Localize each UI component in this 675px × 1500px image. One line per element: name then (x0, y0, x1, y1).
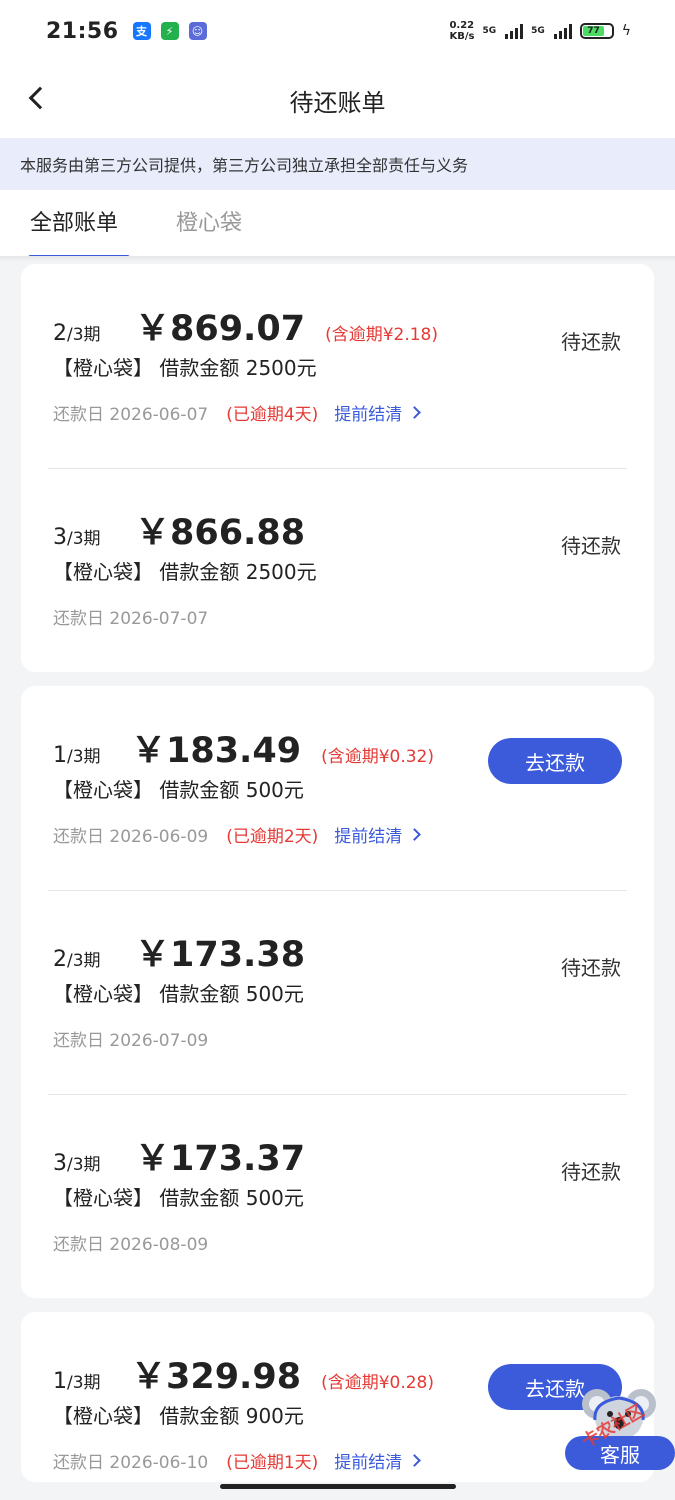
tab-all-bills[interactable]: 全部账单 (28, 190, 130, 260)
bill-item[interactable]: 2/3期 ￥173.38 【橙心袋】 借款金额 500元 还款日 2026-07… (21, 890, 654, 1094)
due-date: 还款日 2026-06-10 (53, 1453, 209, 1473)
bill-group-card: 1/3期 ￥329.98 (含逾期¥0.28) 【橙心袋】 借款金额 900元 … (21, 1312, 654, 1482)
bolt-app-icon: ⚡ (160, 22, 179, 40)
status-app-icons: 支 ⚡ ☺ (132, 22, 207, 40)
tab-label: 全部账单 (30, 211, 119, 236)
bill-period: 1/3期 (53, 743, 101, 768)
home-indicator[interactable] (220, 1484, 456, 1489)
due-date: 还款日 2026-08-09 (53, 1235, 209, 1255)
overdue-amount: (含逾期¥0.28) (321, 1373, 434, 1393)
tab-shadow (0, 256, 675, 262)
bill-period: 2/3期 (53, 947, 101, 972)
bill-product-line: 【橙心袋】 借款金额 500元 (53, 1186, 304, 1210)
page-header: 待还账单 (0, 62, 675, 138)
overdue-amount: (含逾期¥2.18) (325, 325, 438, 345)
bill-item[interactable]: 3/3期 ￥173.37 【橙心袋】 借款金额 500元 还款日 2026-08… (21, 1094, 654, 1298)
bill-amount: ￥173.37 (135, 1139, 306, 1179)
avatar-app-icon: ☺ (188, 22, 207, 40)
bill-due-row: 还款日 2026-07-09 (53, 1026, 208, 1051)
bill-due-row: 还款日 2026-07-07 (53, 604, 208, 629)
overdue-days: (已逾期2天) (226, 827, 319, 847)
bill-group-card: 1/3期 ￥183.49 (含逾期¥0.32) 【橙心袋】 借款金额 500元 … (21, 686, 654, 1298)
prepay-link[interactable]: 提前结清 (334, 1448, 422, 1473)
due-date: 还款日 2026-07-07 (53, 609, 209, 629)
status-badge: 待还款 (561, 534, 621, 558)
bill-item[interactable]: 1/3期 ￥183.49 (含逾期¥0.32) 【橙心袋】 借款金额 500元 … (21, 686, 654, 890)
status-time: 21:56 (46, 18, 119, 44)
battery-level: 77 (582, 26, 605, 36)
page-title: 待还账单 (289, 88, 386, 117)
bill-period: 3/3期 (53, 1151, 101, 1176)
bill-item[interactable]: 3/3期 ￥866.88 【橙心袋】 借款金额 2500元 还款日 2026-0… (21, 468, 654, 672)
bill-due-row: 还款日 2026-06-07 (已逾期4天) 提前结清 (53, 400, 422, 425)
chevron-right-icon (408, 406, 422, 419)
bill-product-line: 【橙心袋】 借款金额 500元 (53, 982, 304, 1006)
bill-product-line: 【橙心袋】 借款金额 2500元 (53, 560, 317, 584)
status-indicators: 0.22 KB/s 5G 5G 77 ϟ (449, 20, 631, 42)
bill-product-line: 【橙心袋】 借款金额 900元 (53, 1404, 304, 1428)
overdue-days: (已逾期4天) (226, 405, 319, 425)
bill-item[interactable]: 2/3期 ￥869.07 (含逾期¥2.18) 【橙心袋】 借款金额 2500元… (21, 264, 654, 468)
chevron-right-icon (408, 1454, 422, 1467)
repay-button[interactable]: 去还款 (488, 738, 622, 784)
bill-amount-row: 1/3期 ￥329.98 (含逾期¥0.28) (53, 1348, 434, 1399)
bill-amount: ￥173.38 (135, 935, 306, 975)
tab-chengxindai[interactable]: 橙心袋 (176, 190, 242, 260)
bill-amount-row: 2/3期 ￥173.38 (53, 926, 305, 977)
prepay-link[interactable]: 提前结清 (334, 822, 422, 847)
status-badge: 待还款 (561, 1160, 621, 1184)
bill-amount: ￥329.98 (131, 1357, 302, 1397)
tab-label: 橙心袋 (176, 211, 243, 236)
sim2-tag: 5G (531, 26, 545, 36)
bill-amount: ￥183.49 (131, 731, 302, 771)
bill-product-line: 【橙心袋】 借款金额 500元 (53, 778, 304, 802)
charging-icon: ϟ (621, 23, 631, 39)
prepay-link[interactable]: 提前结清 (334, 400, 422, 425)
due-date: 还款日 2026-07-09 (53, 1031, 209, 1051)
tab-bar: 全部账单 橙心袋 (0, 190, 675, 260)
battery-icon: 77 (579, 23, 614, 39)
bill-amount: ￥869.07 (135, 309, 306, 349)
due-date: 还款日 2026-06-09 (53, 827, 209, 847)
third-party-notice: 本服务由第三方公司提供，第三方公司独立承担全部责任与义务 (0, 138, 675, 190)
signal-icon (505, 23, 524, 39)
sim1-tag: 5G (482, 26, 497, 36)
bill-due-row: 还款日 2026-06-10 (已逾期1天) 提前结清 (53, 1448, 422, 1473)
bill-amount-row: 1/3期 ￥183.49 (含逾期¥0.32) (53, 722, 434, 773)
bill-amount-row: 3/3期 ￥866.88 (53, 504, 305, 555)
status-bar: 21:56 支 ⚡ ☺ 0.22 KB/s 5G 5G 77 ϟ (0, 0, 675, 62)
overdue-days: (已逾期1天) (226, 1453, 319, 1473)
network-speed: 0.22 KB/s (449, 20, 475, 42)
chevron-left-icon[interactable] (28, 86, 52, 110)
bill-period: 1/3期 (53, 1369, 101, 1394)
bill-amount-row: 2/3期 ￥869.07 (含逾期¥2.18) (53, 300, 438, 351)
bill-due-row: 还款日 2026-08-09 (53, 1230, 208, 1255)
bill-amount: ￥866.88 (135, 513, 306, 553)
due-date: 还款日 2026-06-07 (53, 405, 209, 425)
bill-due-row: 还款日 2026-06-09 (已逾期2天) 提前结清 (53, 822, 422, 847)
bill-amount-row: 3/3期 ￥173.37 (53, 1130, 305, 1181)
chevron-right-icon (408, 828, 422, 841)
bill-period: 3/3期 (53, 525, 101, 550)
signal-icon (553, 23, 572, 39)
bill-group-card: 2/3期 ￥869.07 (含逾期¥2.18) 【橙心袋】 借款金额 2500元… (21, 264, 654, 672)
status-badge: 待还款 (561, 330, 621, 354)
alipay-icon: 支 (132, 22, 151, 40)
status-badge: 待还款 (561, 956, 621, 980)
bill-product-line: 【橙心袋】 借款金额 2500元 (53, 356, 317, 380)
bill-item[interactable]: 1/3期 ￥329.98 (含逾期¥0.28) 【橙心袋】 借款金额 900元 … (21, 1312, 654, 1500)
bill-period: 2/3期 (53, 321, 101, 346)
overdue-amount: (含逾期¥0.32) (321, 747, 434, 767)
